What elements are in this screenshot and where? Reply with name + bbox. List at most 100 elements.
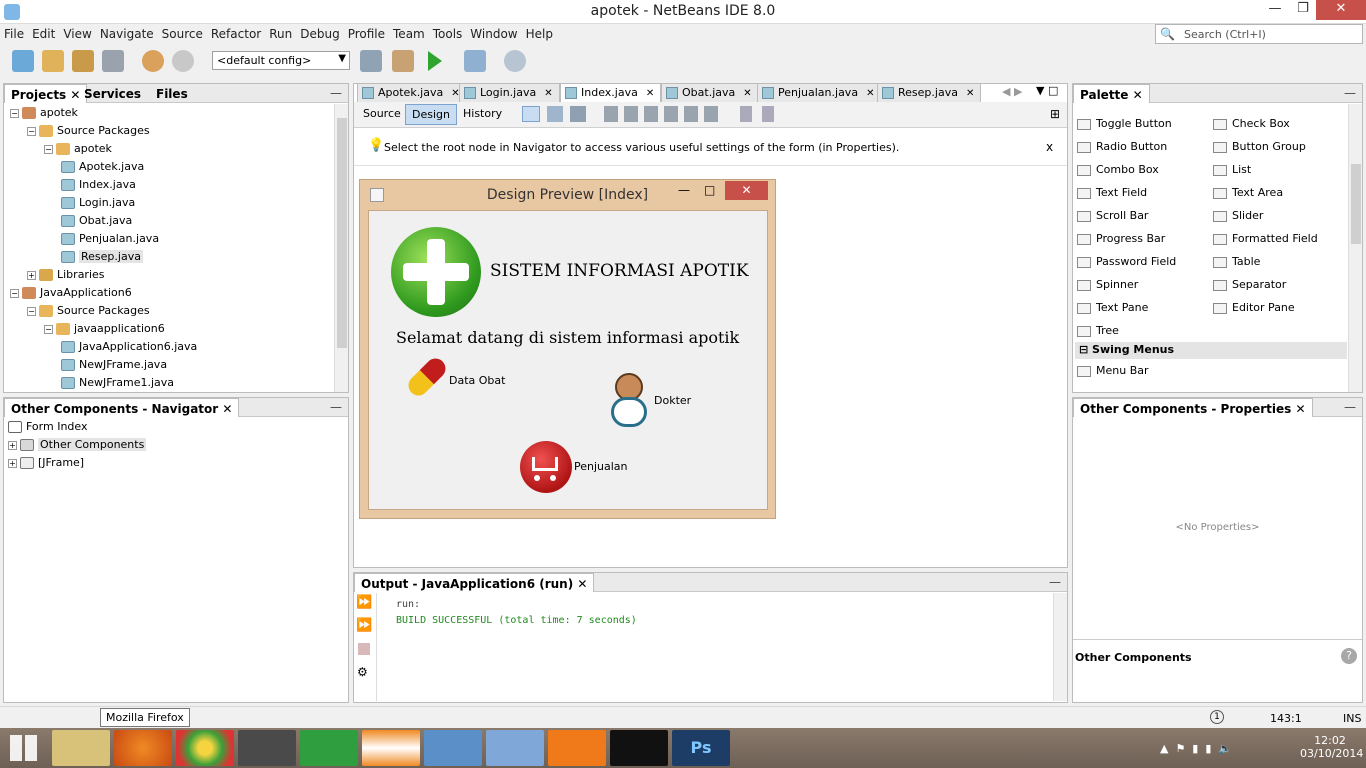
excel-icon[interactable]: [300, 730, 358, 766]
xampp-icon[interactable]: [548, 730, 606, 766]
help-icon[interactable]: ?: [1341, 648, 1357, 664]
nav-form-index[interactable]: Form Index: [8, 418, 88, 436]
editor-tab[interactable]: Apotek.java ✕: [357, 83, 467, 102]
settings-icon[interactable]: ⚙: [357, 665, 368, 679]
palette-item[interactable]: Text Area: [1213, 186, 1283, 199]
tree-item-java[interactable]: NewJFrame.java: [61, 356, 167, 374]
scrollbar[interactable]: [334, 104, 348, 392]
tab-navigator[interactable]: Other Components - Navigator ✕: [4, 398, 240, 417]
editor-tab[interactable]: Resep.java ✕: [877, 83, 982, 102]
tree-item-package-root[interactable]: − Source Packages: [27, 122, 150, 140]
alignment-icons[interactable]: [604, 106, 722, 122]
idm-icon[interactable]: [424, 730, 482, 766]
penjualan-label[interactable]: Penjualan: [574, 460, 628, 473]
nav-other-components[interactable]: + Other Components: [8, 436, 147, 454]
debug-icon[interactable]: [464, 50, 486, 72]
editor-tab[interactable]: Index.java ✕: [560, 83, 662, 102]
tree-item-java[interactable]: JavaApplication6.java: [61, 338, 197, 356]
minimize-panel-button[interactable]: —: [1344, 400, 1356, 414]
tab-services[interactable]: Services: [78, 84, 147, 103]
save-all-icon[interactable]: [102, 50, 124, 72]
photoshop-icon[interactable]: Ps: [672, 730, 730, 766]
tree-item-package-root[interactable]: − Source Packages: [27, 302, 150, 320]
palette-item[interactable]: Toggle Button: [1077, 117, 1172, 130]
redo-icon[interactable]: [172, 50, 194, 72]
palette-item[interactable]: Table: [1213, 255, 1260, 268]
preview-maximize-button[interactable]: □: [704, 183, 715, 197]
tree-item-library[interactable]: + Libraries: [27, 266, 105, 284]
menu-run[interactable]: Run: [265, 24, 296, 41]
selection-mode-icon[interactable]: [522, 106, 540, 122]
dokter-label[interactable]: Dokter: [654, 394, 691, 407]
menu-view[interactable]: View: [59, 24, 95, 41]
palette-item[interactable]: Text Pane: [1077, 301, 1148, 314]
palette-item[interactable]: Check Box: [1213, 117, 1290, 130]
undo-icon[interactable]: [142, 50, 164, 72]
close-tab-icon[interactable]: ✕: [544, 88, 552, 99]
close-tab-icon[interactable]: ✕: [866, 88, 874, 99]
palette-section-swing-menus[interactable]: ⊟ Swing Menus: [1075, 342, 1347, 359]
menu-file[interactable]: File: [0, 24, 28, 41]
minimize-panel-button[interactable]: —: [330, 400, 342, 414]
tree-item-java[interactable]: Resep.java: [61, 248, 143, 266]
maximize-button[interactable]: ❐: [1290, 0, 1316, 20]
scrollbar[interactable]: [1053, 593, 1067, 701]
palette-item[interactable]: Progress Bar: [1077, 232, 1165, 245]
subtab-history[interactable]: History: [457, 104, 508, 125]
cmd-icon[interactable]: [610, 730, 668, 766]
tab-projects[interactable]: Projects ✕: [4, 84, 88, 103]
new-file-icon[interactable]: [12, 50, 34, 72]
editor-tab[interactable]: Penjualan.java ✕: [757, 83, 882, 102]
menu-tools[interactable]: Tools: [429, 24, 467, 41]
data-obat-button[interactable]: [399, 354, 451, 401]
rerun-icon[interactable]: ⏩: [356, 595, 372, 610]
palette-item[interactable]: Button Group: [1213, 140, 1306, 153]
tree-item-java[interactable]: Login.java: [61, 194, 135, 212]
minimize-panel-button[interactable]: —: [1049, 575, 1061, 589]
menu-team[interactable]: Team: [389, 24, 429, 41]
close-tab-icon[interactable]: ✕: [646, 88, 654, 99]
cart-icon[interactable]: [520, 441, 572, 493]
menu-edit[interactable]: Edit: [28, 24, 59, 41]
palette-item[interactable]: Text Field: [1077, 186, 1147, 199]
stop-icon[interactable]: [358, 643, 370, 655]
editor-tab[interactable]: Login.java ✕: [459, 83, 560, 102]
tree-item-java[interactable]: Penjualan.java: [61, 230, 159, 248]
dokter-button[interactable]: [609, 371, 649, 431]
close-button[interactable]: ✕: [1316, 0, 1366, 20]
subtab-source[interactable]: Source: [357, 104, 407, 125]
palette-item[interactable]: List: [1213, 163, 1251, 176]
minimize-panel-button[interactable]: —: [1344, 86, 1356, 100]
menu-help[interactable]: Help: [522, 24, 557, 41]
tree-item-project[interactable]: − JavaApplication6: [10, 284, 132, 302]
menu-navigate[interactable]: Navigate: [96, 24, 158, 41]
palette-item[interactable]: Spinner: [1077, 278, 1138, 291]
editor-tab[interactable]: Obat.java ✕: [661, 83, 759, 102]
tab-properties[interactable]: Other Components - Properties ✕: [1073, 398, 1313, 417]
new-project-icon[interactable]: [42, 50, 64, 72]
tab-scroll-arrows[interactable]: ◀ ▶: [1002, 85, 1022, 98]
config-select[interactable]: <default config> ▼: [212, 51, 350, 70]
preview-minimize-button[interactable]: —: [678, 183, 690, 197]
minimize-panel-button[interactable]: —: [330, 86, 342, 100]
menu-refactor[interactable]: Refactor: [207, 24, 265, 41]
tree-item-java[interactable]: Obat.java: [61, 212, 132, 230]
chrome-icon[interactable]: [176, 730, 234, 766]
palette-item[interactable]: Radio Button: [1077, 140, 1167, 153]
scrollbar[interactable]: [1348, 104, 1362, 392]
tree-item-package[interactable]: − javaapplication6: [44, 320, 165, 338]
close-tab-icon[interactable]: ✕: [966, 88, 974, 99]
build-icon[interactable]: [360, 50, 382, 72]
profile-icon[interactable]: [504, 50, 526, 72]
search-input[interactable]: 🔍 Search (Ctrl+I): [1155, 24, 1363, 44]
resize-icons[interactable]: [740, 106, 774, 122]
palette-item[interactable]: Tree: [1077, 324, 1119, 337]
sublime-icon[interactable]: [238, 730, 296, 766]
menu-profile[interactable]: Profile: [344, 24, 389, 41]
hint-close-button[interactable]: x: [1046, 140, 1053, 154]
palette-item[interactable]: Slider: [1213, 209, 1263, 222]
palette-item-menu-bar[interactable]: Menu Bar: [1077, 364, 1149, 377]
vlc-icon[interactable]: [362, 730, 420, 766]
connection-mode-icon[interactable]: [547, 106, 563, 122]
menu-source[interactable]: Source: [158, 24, 207, 41]
